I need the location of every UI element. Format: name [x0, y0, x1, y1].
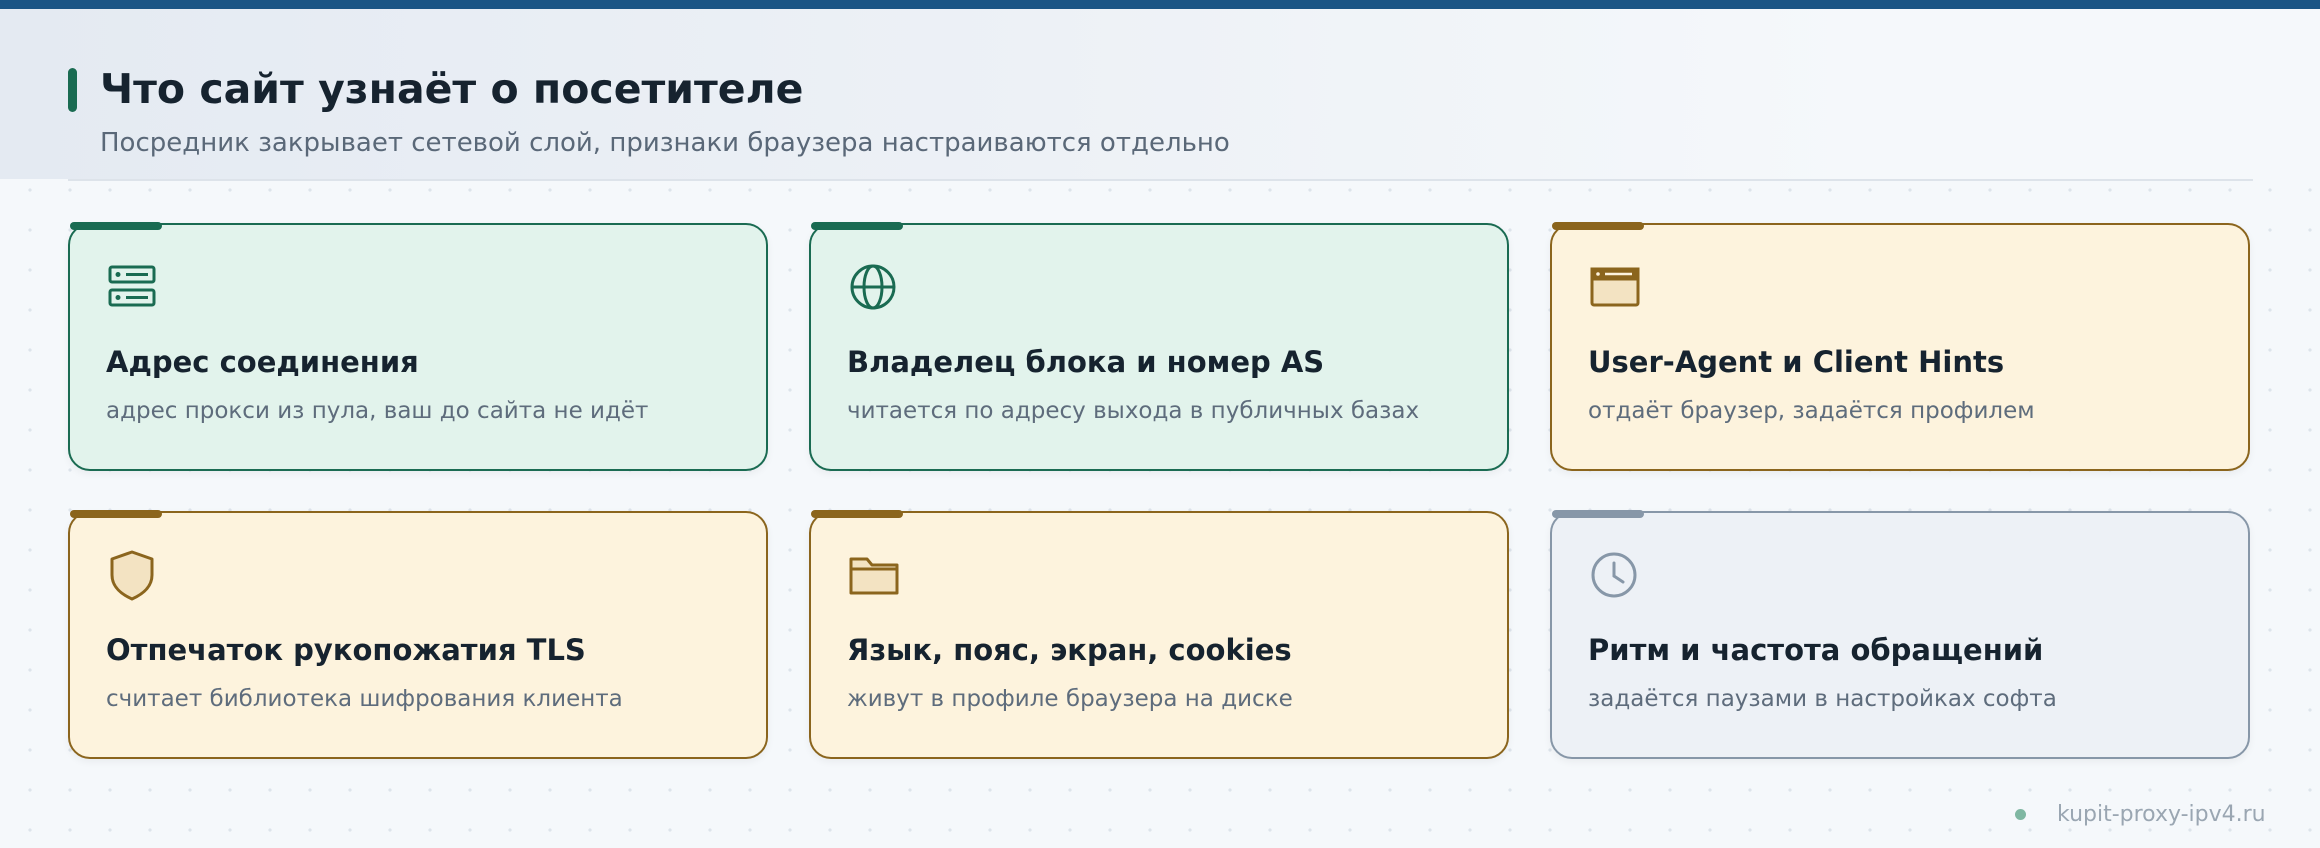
page-subtitle: Посредник закрывает сетевой слой, призна… — [100, 128, 1230, 158]
server-icon — [106, 261, 158, 313]
card-description: отдаёт браузер, задаётся профилем — [1588, 398, 2035, 424]
card-tab — [811, 222, 903, 230]
card-title: Отпечаток рукопожатия TLS — [106, 633, 586, 667]
card-tab — [1552, 222, 1644, 230]
card-title: Владелец блока и номер AS — [847, 345, 1325, 379]
clock-icon — [1588, 549, 1640, 601]
card-tab — [1552, 510, 1644, 518]
browser-window-icon — [1588, 261, 1640, 313]
globe-icon — [847, 261, 899, 313]
card-title: Язык, пояс, экран, cookies — [847, 633, 1292, 667]
card-title: Ритм и частота обращений — [1588, 633, 2044, 667]
folder-icon — [847, 549, 899, 601]
footer-dot — [2015, 809, 2026, 820]
card-as-owner: Владелец блока и номер AS читается по ад… — [809, 222, 1509, 471]
card-title: Адрес соединения — [106, 345, 419, 379]
top-bar — [0, 0, 2320, 9]
card-tls-fingerprint: Отпечаток рукопожатия TLS считает библио… — [68, 510, 768, 759]
card-tab — [70, 222, 162, 230]
card-description: живут в профиле браузера на диске — [847, 686, 1293, 712]
title-accent-bar — [68, 68, 77, 112]
card-browser-profile: Язык, пояс, экран, cookies живут в профи… — [809, 510, 1509, 759]
card-description: считает библиотека шифрования клиента — [106, 686, 623, 712]
card-tab — [811, 510, 903, 518]
page-title: Что сайт узнаёт о посетителе — [100, 65, 804, 113]
card-connection-address: Адрес соединения адрес прокси из пула, в… — [68, 222, 768, 471]
card-description: читается по адресу выхода в публичных ба… — [847, 398, 1420, 424]
card-user-agent: User-Agent и Client Hints отдаёт браузер… — [1550, 222, 2250, 471]
card-tab — [70, 510, 162, 518]
card-title: User-Agent и Client Hints — [1588, 345, 2005, 379]
card-request-rhythm: Ритм и частота обращений задаётся паузам… — [1550, 510, 2250, 759]
card-description: адрес прокси из пула, ваш до сайта не ид… — [106, 398, 649, 424]
footer-site-link[interactable]: kupit-proxy-ipv4.ru — [2057, 799, 2266, 831]
card-description: задаётся паузами в настройках софта — [1588, 686, 2057, 712]
shield-icon — [106, 549, 158, 601]
header-divider — [68, 179, 2253, 181]
